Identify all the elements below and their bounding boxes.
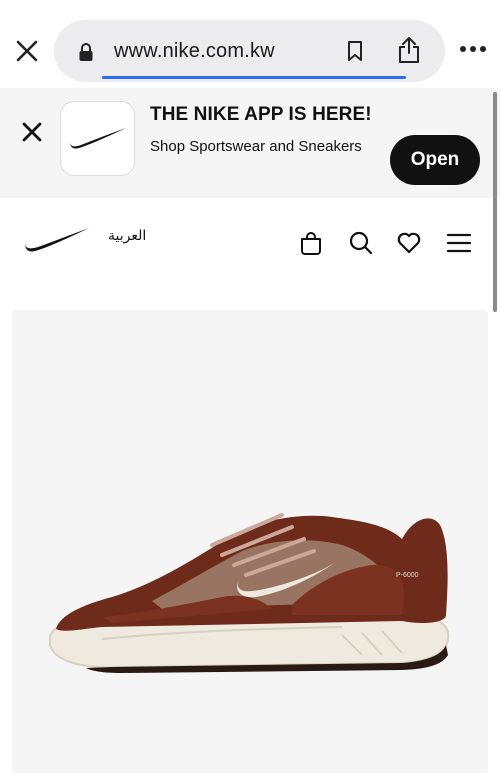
- sneaker-image: P-6000: [49, 513, 450, 673]
- language-switch-link[interactable]: العربية: [108, 228, 146, 244]
- close-icon[interactable]: [20, 120, 44, 144]
- banner-title: THE NIKE APP IS HERE!: [150, 104, 372, 125]
- app-install-banner: THE NIKE APP IS HERE! Shop Sportswear an…: [0, 88, 500, 198]
- bag-icon[interactable]: [298, 230, 324, 256]
- product-image[interactable]: P-6000: [12, 310, 488, 773]
- nike-logo[interactable]: [24, 226, 90, 254]
- banner-subtitle: Shop Sportswear and Sneakers: [150, 138, 362, 155]
- search-icon[interactable]: [348, 230, 374, 256]
- nike-app-icon: [60, 101, 135, 176]
- close-icon[interactable]: [14, 38, 40, 64]
- more-icon[interactable]: [459, 44, 487, 54]
- swoosh-icon: [70, 128, 126, 149]
- lock-icon: [79, 43, 93, 61]
- browser-toolbar: www.nike.com.kw: [0, 0, 500, 88]
- url-text: www.nike.com.kw: [114, 40, 275, 62]
- page-load-progress: [102, 76, 406, 79]
- heart-icon[interactable]: [396, 230, 422, 256]
- model-label: P-6000: [396, 572, 419, 579]
- scrollbar[interactable]: [493, 92, 497, 312]
- address-bar[interactable]: www.nike.com.kw: [54, 20, 445, 82]
- open-app-button[interactable]: Open: [390, 135, 480, 185]
- menu-icon[interactable]: [446, 230, 472, 256]
- bookmark-icon[interactable]: [346, 40, 364, 62]
- site-header: العربية: [0, 198, 500, 290]
- share-icon[interactable]: [397, 36, 421, 64]
